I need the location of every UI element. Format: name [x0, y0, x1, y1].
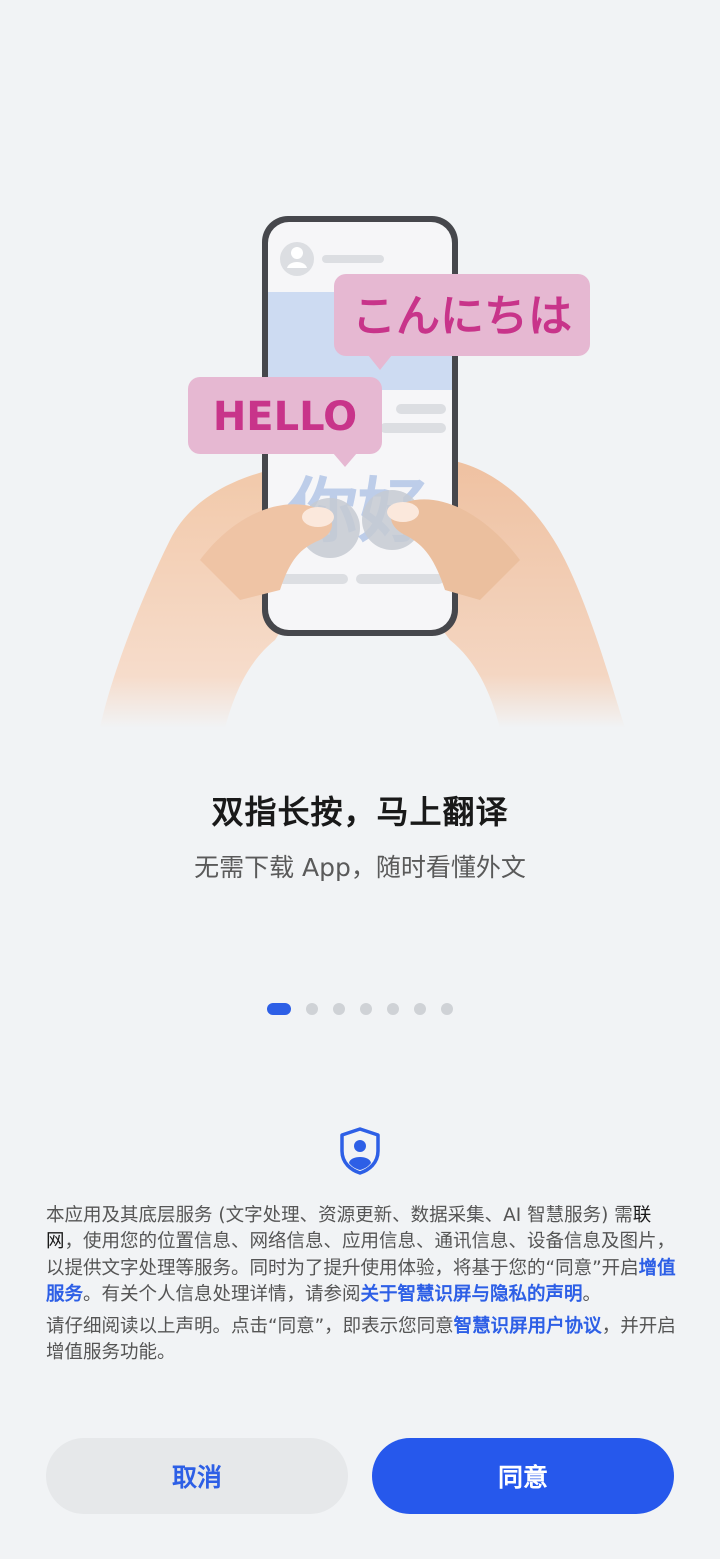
- page-dot-1[interactable]: [267, 1003, 291, 1015]
- bubble-japanese-text: こんにちは: [352, 291, 572, 342]
- privacy-notice-paragraph-1: 本应用及其底层服务 (文字处理、资源更新、数据采集、AI 智慧服务) 需联网，使…: [46, 1203, 676, 1308]
- translation-illustration: 你好 こんにちは HELLO: [100, 216, 625, 728]
- page-dot-3[interactable]: [333, 1003, 345, 1015]
- page-indicator: [0, 1003, 720, 1015]
- page-dot-6[interactable]: [414, 1003, 426, 1015]
- page-dot-2[interactable]: [306, 1003, 318, 1015]
- cancel-button[interactable]: 取消: [46, 1438, 348, 1514]
- page-dot-7[interactable]: [441, 1003, 453, 1015]
- privacy-notice: 本应用及其底层服务 (文字处理、资源更新、数据采集、AI 智慧服务) 需联网，使…: [46, 1203, 676, 1373]
- privacy-statement-link[interactable]: 关于智慧识屏与隐私的声明: [361, 1284, 583, 1305]
- privacy-notice-paragraph-2: 请仔细阅读以上声明。点击“同意”，即表示您同意智慧识屏用户协议，并开启增值服务功…: [46, 1314, 676, 1367]
- japanese-speech-bubble: こんにちは: [334, 274, 590, 370]
- agree-button[interactable]: 同意: [372, 1438, 674, 1514]
- privacy-shield-icon: [340, 1127, 380, 1175]
- page-dot-5[interactable]: [387, 1003, 399, 1015]
- notice-text: 。有关个人信息处理详情，请参阅: [83, 1283, 361, 1305]
- notice-text: 本应用及其底层服务 (文字处理、资源更新、数据采集、AI 智慧服务) 需: [46, 1205, 633, 1226]
- notice-text: 。: [582, 1283, 602, 1305]
- page-dot-4[interactable]: [360, 1003, 372, 1015]
- feature-title: 双指长按，马上翻译: [211, 793, 509, 831]
- english-speech-bubble: HELLO: [188, 377, 382, 467]
- feature-subtitle: 无需下载 App，随时看懂外文: [194, 853, 526, 882]
- notice-text: 请仔细阅读以上声明。点击“同意”，即表示您同意: [46, 1316, 454, 1338]
- user-agreement-link[interactable]: 智慧识屏用户协议: [454, 1316, 602, 1337]
- notice-text: ，使用您的位置信息、网络信息、应用信息、通讯信息、设备信息及图片，以提供文字处理…: [46, 1231, 676, 1279]
- bubble-english-text: HELLO: [213, 394, 357, 440]
